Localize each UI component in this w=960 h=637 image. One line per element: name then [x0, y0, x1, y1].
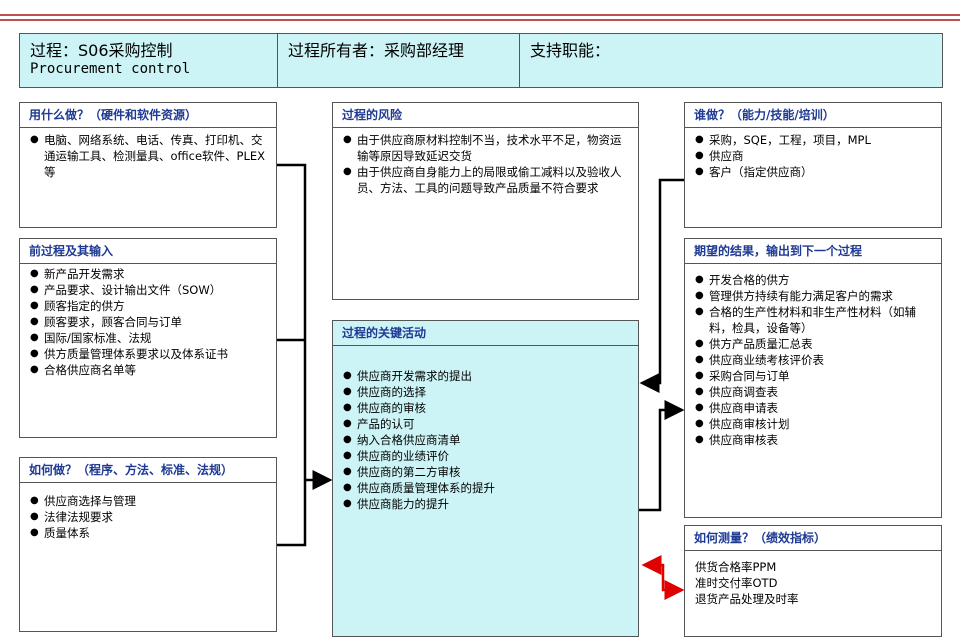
how-connector — [277, 480, 307, 547]
resources-connector — [277, 163, 307, 480]
measure-feedback-arrow — [641, 555, 685, 600]
activities-to-outputs-arrow — [639, 400, 685, 512]
connector-lines — [277, 163, 685, 600]
who-to-activities-arrow — [639, 178, 684, 393]
